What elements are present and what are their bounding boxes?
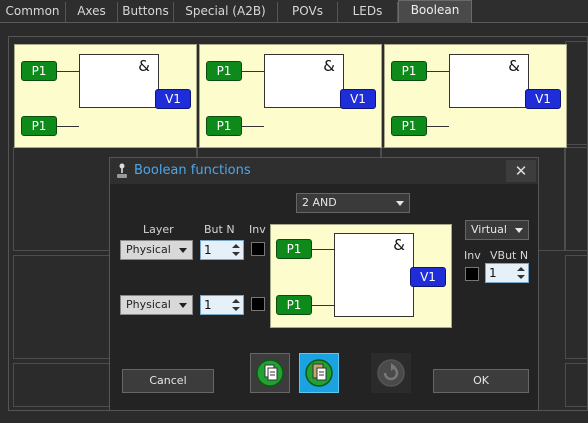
preview-diagram: P1 P1 & V1 [270, 224, 452, 328]
wire [242, 71, 264, 72]
empty-slot[interactable] [565, 255, 588, 359]
layer-select-2[interactable]: Physical [120, 295, 193, 315]
and-gate-block: & [264, 54, 344, 108]
joystick-icon [117, 163, 127, 178]
output-button[interactable]: V1 [155, 89, 191, 109]
vbutn-spinbox[interactable]: 1 [485, 263, 529, 283]
tab-common[interactable]: Common [0, 2, 66, 22]
layer-select-1-value: Physical [126, 243, 171, 256]
boolean-cell[interactable]: P1 P1 & V1 [14, 44, 197, 148]
tab-bar: Common Axes Buttons Special (A2B) POVs L… [0, 0, 588, 23]
spin-up-icon[interactable] [232, 299, 240, 303]
butn-spinbox-2-value: 1 [204, 298, 212, 312]
vbutn-label: VBut N [490, 249, 529, 262]
wire [427, 71, 449, 72]
tab-leds[interactable]: LEDs [338, 2, 398, 22]
reset-button[interactable] [371, 353, 411, 393]
wire [57, 71, 79, 72]
and-gate-block: & [449, 54, 529, 108]
operator-symbol: & [508, 57, 520, 75]
butn-label: But N [204, 223, 235, 236]
copy-icon [256, 359, 284, 387]
dialog-title: Boolean functions [134, 163, 251, 178]
input-button-2[interactable]: P1 [391, 116, 427, 136]
wire [312, 249, 334, 250]
tab-buttons[interactable]: Buttons [118, 2, 174, 22]
preview-output[interactable]: V1 [410, 267, 446, 287]
tab-povs[interactable]: POVs [278, 2, 338, 22]
close-icon[interactable]: ✕ [506, 160, 536, 182]
input-button-1[interactable]: P1 [21, 61, 57, 81]
boolean-functions-dialog: Boolean functions ✕ 2 AND Layer But N In… [109, 157, 539, 411]
wire [312, 305, 334, 306]
output-inv-label: Inv [464, 249, 481, 262]
inv-label: Inv [249, 223, 266, 236]
and-gate-block: & [334, 233, 414, 317]
butn-spinbox-2[interactable]: 1 [200, 295, 244, 315]
layer-select-2-value: Physical [126, 298, 171, 311]
wire [427, 126, 449, 127]
vbutn-spinbox-value: 1 [489, 266, 497, 280]
chevron-down-icon [179, 248, 187, 253]
ok-button[interactable]: OK [433, 369, 529, 393]
layer-label: Layer [143, 223, 174, 236]
spin-down-icon[interactable] [232, 307, 240, 311]
dialog-title-bar[interactable]: Boolean functions ✕ [110, 158, 538, 184]
boolean-cell[interactable]: P1 P1 & V1 [384, 44, 567, 148]
cancel-button[interactable]: Cancel [122, 369, 214, 393]
butn-spinbox-1[interactable]: 1 [200, 240, 244, 260]
chevron-down-icon [515, 228, 523, 233]
layer-select-1[interactable]: Physical [120, 240, 193, 260]
empty-slot[interactable] [565, 41, 588, 145]
output-type-select[interactable]: Virtual [465, 220, 529, 240]
inv-checkbox-1[interactable] [251, 242, 265, 256]
input-button-1[interactable]: P1 [206, 61, 242, 81]
preview-input-2[interactable]: P1 [276, 295, 312, 315]
spin-up-icon[interactable] [232, 244, 240, 248]
input-button-2[interactable]: P1 [206, 116, 242, 136]
operator-symbol: & [393, 236, 405, 254]
spin-down-icon[interactable] [232, 252, 240, 256]
function-select[interactable]: 2 AND [296, 193, 410, 213]
spin-down-icon[interactable] [517, 275, 525, 279]
chevron-down-icon [396, 201, 404, 206]
copy-button[interactable] [250, 353, 290, 393]
input-button-2[interactable]: P1 [21, 116, 57, 136]
input-button-1[interactable]: P1 [391, 61, 427, 81]
output-button[interactable]: V1 [340, 89, 376, 109]
reset-icon [377, 359, 405, 387]
empty-slot[interactable] [565, 147, 588, 251]
preview-input-1[interactable]: P1 [276, 239, 312, 259]
wire [242, 126, 264, 127]
tab-axes[interactable]: Axes [66, 2, 118, 22]
output-button[interactable]: V1 [525, 89, 561, 109]
output-inv-checkbox[interactable] [465, 267, 479, 281]
function-select-value: 2 AND [302, 196, 337, 209]
tab-special-a2b[interactable]: Special (A2B) [174, 2, 278, 22]
boolean-cell[interactable]: P1 P1 & V1 [199, 44, 382, 148]
operator-symbol: & [323, 57, 335, 75]
paste-icon [305, 359, 333, 387]
inv-checkbox-2[interactable] [251, 297, 265, 311]
chevron-down-icon [179, 303, 187, 308]
butn-spinbox-1-value: 1 [204, 243, 212, 257]
output-type-value: Virtual [471, 223, 507, 236]
wire [57, 126, 79, 127]
operator-symbol: & [138, 57, 150, 75]
tab-boolean[interactable]: Boolean [398, 0, 472, 23]
empty-slot[interactable] [565, 363, 588, 407]
paste-button[interactable] [299, 353, 339, 393]
and-gate-block: & [79, 54, 159, 108]
spin-up-icon[interactable] [517, 267, 525, 271]
